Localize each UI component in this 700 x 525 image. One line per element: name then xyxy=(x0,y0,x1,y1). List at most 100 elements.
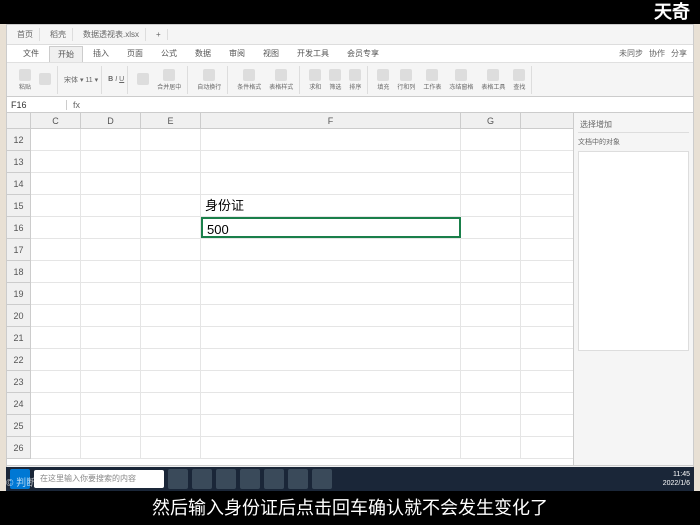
cell-C26[interactable] xyxy=(31,437,81,458)
cell-G21[interactable] xyxy=(461,327,521,348)
taskbar-app-icon[interactable] xyxy=(312,469,332,489)
select-all-corner[interactable] xyxy=(7,113,31,128)
cell-F26[interactable] xyxy=(201,437,461,458)
cell-G17[interactable] xyxy=(461,239,521,260)
row-header-21[interactable]: 21 xyxy=(7,327,30,349)
cell-F19[interactable] xyxy=(201,283,461,304)
cell-E25[interactable] xyxy=(141,415,201,436)
cell-E16[interactable] xyxy=(141,217,201,238)
row-header-20[interactable]: 20 xyxy=(7,305,30,327)
cell-C12[interactable] xyxy=(31,129,81,150)
cell-G24[interactable] xyxy=(461,393,521,414)
cell-D22[interactable] xyxy=(81,349,141,370)
cell-C23[interactable] xyxy=(31,371,81,392)
share-button[interactable]: 分享 xyxy=(671,48,687,59)
row-header-22[interactable]: 22 xyxy=(7,349,30,371)
cell-C25[interactable] xyxy=(31,415,81,436)
cell-G19[interactable] xyxy=(461,283,521,304)
cell-D16[interactable] xyxy=(81,217,141,238)
cell-D19[interactable] xyxy=(81,283,141,304)
row-header-19[interactable]: 19 xyxy=(7,283,30,305)
cell-C14[interactable] xyxy=(31,173,81,194)
ribbon-tab-layout[interactable]: 页面 xyxy=(119,46,151,61)
cell-G14[interactable] xyxy=(461,173,521,194)
fx-icon[interactable]: fx xyxy=(67,100,86,110)
cell-G20[interactable] xyxy=(461,305,521,326)
cell-E14[interactable] xyxy=(141,173,201,194)
cell-F16[interactable]: 500 xyxy=(201,217,461,238)
cell-F23[interactable] xyxy=(201,371,461,392)
row-header-13[interactable]: 13 xyxy=(7,151,30,173)
row-header-25[interactable]: 25 xyxy=(7,415,30,437)
row-header-24[interactable]: 24 xyxy=(7,393,30,415)
cell-D23[interactable] xyxy=(81,371,141,392)
cell-G22[interactable] xyxy=(461,349,521,370)
cell-D24[interactable] xyxy=(81,393,141,414)
cell-C20[interactable] xyxy=(31,305,81,326)
cell-G15[interactable] xyxy=(461,195,521,216)
cell-D18[interactable] xyxy=(81,261,141,282)
cell-E24[interactable] xyxy=(141,393,201,414)
cell-F14[interactable] xyxy=(201,173,461,194)
sort-button[interactable]: 排序 xyxy=(346,68,364,92)
cell-F22[interactable] xyxy=(201,349,461,370)
cell-F24[interactable] xyxy=(201,393,461,414)
cell-D25[interactable] xyxy=(81,415,141,436)
cell-E12[interactable] xyxy=(141,129,201,150)
freeze-button[interactable]: 冻结窗格 xyxy=(446,68,476,92)
row-col-button[interactable]: 行和列 xyxy=(394,68,418,92)
cell-E26[interactable] xyxy=(141,437,201,458)
sync-status[interactable]: 未同步 xyxy=(619,48,643,59)
row-header-18[interactable]: 18 xyxy=(7,261,30,283)
taskbar-app-icon[interactable] xyxy=(192,469,212,489)
fill-button[interactable]: 填充 xyxy=(374,68,392,92)
ribbon-tab-formula[interactable]: 公式 xyxy=(153,46,185,61)
cell-D15[interactable] xyxy=(81,195,141,216)
row-header-12[interactable]: 12 xyxy=(7,129,30,151)
ribbon-tab-member[interactable]: 会员专享 xyxy=(339,46,387,61)
sum-button[interactable]: 求和 xyxy=(306,68,324,92)
cell-F25[interactable] xyxy=(201,415,461,436)
name-box[interactable]: F16 xyxy=(7,100,67,110)
taskbar-clock[interactable]: 11:452022/1/6 xyxy=(663,470,690,488)
cell-C16[interactable] xyxy=(31,217,81,238)
cell-F12[interactable] xyxy=(201,129,461,150)
collab-button[interactable]: 协作 xyxy=(649,48,665,59)
cell-E19[interactable] xyxy=(141,283,201,304)
cell-D20[interactable] xyxy=(81,305,141,326)
wrap-button[interactable]: 自动换行 xyxy=(194,68,224,92)
cell-E23[interactable] xyxy=(141,371,201,392)
underline-button[interactable]: U xyxy=(119,76,124,83)
row-header-17[interactable]: 17 xyxy=(7,239,30,261)
worksheet-button[interactable]: 工作表 xyxy=(420,68,444,92)
taskbar-app-icon[interactable] xyxy=(240,469,260,489)
ribbon-tab-data[interactable]: 数据 xyxy=(187,46,219,61)
table-tools-button[interactable]: 表格工具 xyxy=(478,68,508,92)
cell-G13[interactable] xyxy=(461,151,521,172)
cell-C15[interactable] xyxy=(31,195,81,216)
cell-E15[interactable] xyxy=(141,195,201,216)
app-tab[interactable]: 稻壳 xyxy=(44,28,73,41)
col-header-g[interactable]: G xyxy=(461,113,521,128)
paste-button[interactable]: 粘贴 xyxy=(16,68,34,92)
cell-G12[interactable] xyxy=(461,129,521,150)
cell-D13[interactable] xyxy=(81,151,141,172)
cell-C21[interactable] xyxy=(31,327,81,348)
cell-F13[interactable] xyxy=(201,151,461,172)
ribbon-tab-review[interactable]: 审阅 xyxy=(221,46,253,61)
taskbar-search[interactable]: 在这里输入你要搜索的内容 xyxy=(34,470,164,488)
cell-E17[interactable] xyxy=(141,239,201,260)
cell-F15[interactable]: 身份证 xyxy=(201,195,461,216)
cell-E22[interactable] xyxy=(141,349,201,370)
cells-container[interactable]: 身份证500 xyxy=(31,129,573,459)
ribbon-tab-view[interactable]: 视图 xyxy=(255,46,287,61)
ribbon-tab-home[interactable]: 开始 xyxy=(49,46,83,62)
cell-D14[interactable] xyxy=(81,173,141,194)
font-select[interactable]: 宋体 ▾ 11 ▾ xyxy=(64,75,98,85)
merge-button[interactable]: 合并居中 xyxy=(154,68,184,92)
col-header-d[interactable]: D xyxy=(81,113,141,128)
cell-E21[interactable] xyxy=(141,327,201,348)
filter-button[interactable]: 筛选 xyxy=(326,68,344,92)
cell-E13[interactable] xyxy=(141,151,201,172)
row-header-26[interactable]: 26 xyxy=(7,437,30,459)
